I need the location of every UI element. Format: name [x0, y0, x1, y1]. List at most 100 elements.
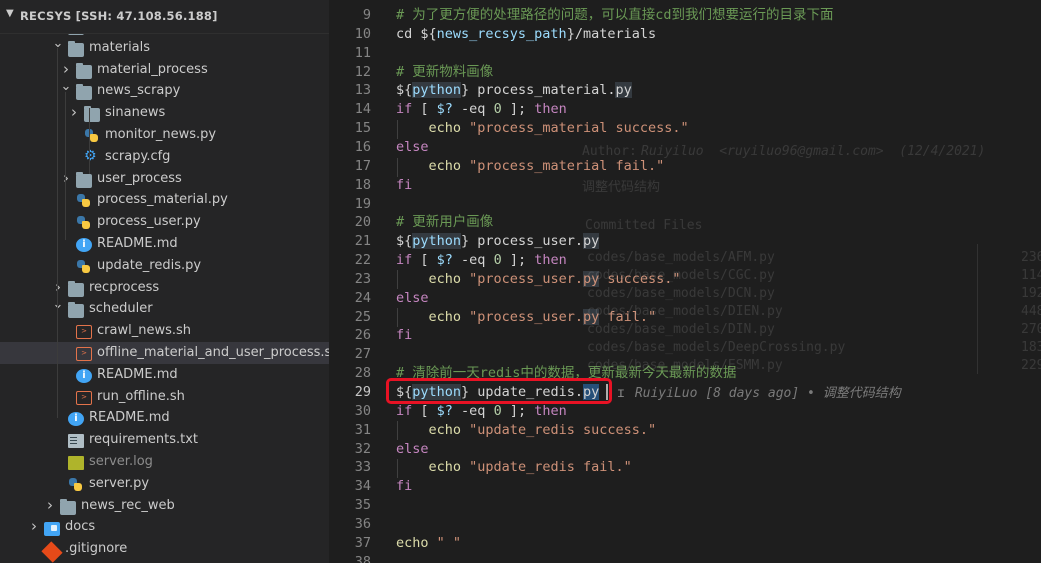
committed-file-count: 192: [1021, 286, 1041, 301]
indent-guide: [397, 308, 398, 327]
tree-item-label: materials: [89, 39, 151, 55]
line-number: 33: [354, 459, 371, 476]
chevron-right-icon[interactable]: ›: [68, 101, 80, 123]
blame-text: RuiyiLuo [8 days ago] • 调整代码结构: [634, 386, 901, 401]
tree-item[interactable]: update_redis.py: [0, 255, 329, 277]
code-line[interactable]: cd ${news_recsys_path}/materials: [396, 25, 656, 44]
folder-icon: [68, 280, 84, 297]
chevron-down-icon[interactable]: ▼: [6, 8, 14, 19]
line-number: 20: [354, 214, 371, 231]
committed-file-count: 114: [1021, 268, 1041, 283]
code-line[interactable]: if [ $? -eq 0 ]; then: [396, 402, 567, 421]
code-line[interactable]: # 为了更方便的处理路径的问题，可以直接cd到我们想要运行的目录下面: [396, 6, 834, 25]
code-line[interactable]: echo "process_user.py fail.": [396, 308, 656, 327]
folder-icon: [84, 106, 100, 123]
tree-item[interactable]: › user_process: [0, 168, 329, 190]
indent-guide: [397, 158, 398, 177]
python-file-icon: [68, 477, 84, 491]
tree-item-label: process_user.py: [97, 214, 201, 230]
tree-item[interactable]: ⌄ scheduler: [0, 297, 329, 320]
code-line[interactable]: ${python} process_user.py: [396, 232, 600, 251]
tree-item-label: offline_material_and_user_process.sh: [97, 345, 329, 360]
tree-item[interactable]: ⌄ news_scrapy: [0, 79, 329, 102]
tree-item-label: README.md: [89, 410, 170, 426]
code-line[interactable]: fi: [396, 326, 412, 345]
tree-item[interactable]: › material_process: [0, 59, 329, 81]
tree-item-label: docs: [65, 519, 96, 535]
code-line[interactable]: fi: [396, 477, 412, 496]
chevron-right-icon[interactable]: ›: [44, 494, 56, 516]
python-file-icon: [76, 193, 92, 208]
code-line[interactable]: else: [396, 440, 429, 459]
committed-file-count: 448: [1021, 304, 1041, 319]
shell-script-icon: >: [76, 347, 92, 361]
line-number: 32: [354, 440, 371, 457]
line-number: 37: [354, 534, 371, 551]
tree-item[interactable]: i README.md: [0, 233, 329, 255]
indent-guide: [65, 92, 66, 240]
tree-item[interactable]: ⌄ materials: [0, 36, 329, 59]
explorer-sidebar: ▼ RECSYS [SSH: 47.108.56.188] ⌄logs⌄mate…: [0, 0, 329, 563]
tree-item[interactable]: requirements.txt: [0, 429, 329, 451]
tree-item[interactable]: process_user.py: [0, 211, 329, 233]
code-line[interactable]: else: [396, 138, 429, 157]
tree-item-label: user_process: [97, 170, 182, 186]
tree-item[interactable]: > offline_material_and_user_process.sh: [0, 342, 329, 364]
explorer-header[interactable]: ▼ RECSYS [SSH: 47.108.56.188]: [0, 0, 329, 34]
chevron-right-icon[interactable]: ›: [60, 167, 72, 189]
line-number: 26: [354, 327, 371, 344]
code-line[interactable]: echo "process_material success.": [396, 119, 689, 138]
tree-item-label: scheduler: [89, 301, 153, 317]
code-line[interactable]: echo "update_redis success.": [396, 421, 657, 440]
tree-item[interactable]: server.py: [0, 473, 329, 495]
line-number: 23: [354, 270, 371, 287]
indent-guide: [397, 459, 398, 478]
chevron-down-icon[interactable]: ⌄: [52, 33, 64, 55]
tree-item-label: README.md: [97, 236, 178, 251]
code-line[interactable]: # 更新物料画像: [396, 63, 493, 82]
tree-item[interactable]: › sinanews: [0, 102, 329, 124]
chevron-right-icon[interactable]: ›: [28, 515, 40, 537]
indent-guide: [57, 48, 58, 418]
line-number: 16: [354, 138, 371, 155]
tree-item[interactable]: > crawl_news.sh: [0, 320, 329, 342]
tree-item[interactable]: > run_offline.sh: [0, 386, 329, 408]
tree-item[interactable]: process_material.py: [0, 189, 329, 211]
committed-file-count: 183: [1021, 340, 1041, 355]
line-number: 35: [354, 497, 371, 514]
code-line[interactable]: echo "update_redis fail.": [396, 458, 632, 477]
info-icon: i: [76, 238, 92, 252]
commit-message: 调整代码结构: [582, 180, 661, 195]
tree-item-label: requirements.txt: [89, 432, 199, 448]
tree-item[interactable]: i README.md: [0, 407, 329, 429]
chevron-down-icon[interactable]: ⌄: [52, 294, 64, 316]
tree-item[interactable]: ⚙ scrapy.cfg: [0, 146, 329, 168]
code-editor[interactable]: 9 10 11 12 13 14 15 16 17 18 19 20 21 22 23 24 25 26 27 28 2…: [329, 0, 1041, 563]
line-number: 36: [354, 515, 371, 532]
code-line[interactable]: # 更新用户画像: [396, 213, 493, 232]
tree-item[interactable]: .gitignore: [0, 538, 329, 563]
tree-item[interactable]: › docs: [0, 516, 329, 538]
info-icon: i: [76, 368, 92, 383]
chevron-down-icon[interactable]: ⌄: [60, 76, 72, 98]
shell-script-icon: >: [76, 325, 92, 340]
folder-open-icon: [68, 40, 84, 57]
tree-item[interactable]: › news_rec_web: [0, 495, 329, 517]
tree-item[interactable]: server.log: [0, 451, 329, 473]
code-line[interactable]: ${python} process_material.py: [396, 81, 632, 100]
text-cursor: [606, 384, 608, 400]
tree-item[interactable]: i README.md: [0, 364, 329, 386]
tree-item[interactable]: › recprocess: [0, 277, 329, 299]
code-line[interactable]: if [ $? -eq 0 ]; then: [396, 100, 567, 119]
code-line[interactable]: if [ $? -eq 0 ]; then: [396, 251, 567, 270]
code-line[interactable]: echo "process_material fail.": [396, 157, 665, 176]
committed-file-path: codes/base_models/DeepCrossing.py: [587, 340, 846, 355]
tree-item-label: server.log: [89, 454, 153, 469]
tree-item[interactable]: monitor_news.py: [0, 124, 329, 146]
code-line[interactable]: fi: [396, 176, 412, 195]
code-line[interactable]: else: [396, 289, 429, 308]
indent-guide: [397, 421, 398, 440]
code-line[interactable]: echo "process_user.py success.": [396, 270, 681, 289]
line-number: 13: [354, 82, 371, 99]
code-line[interactable]: echo " ": [396, 534, 461, 553]
